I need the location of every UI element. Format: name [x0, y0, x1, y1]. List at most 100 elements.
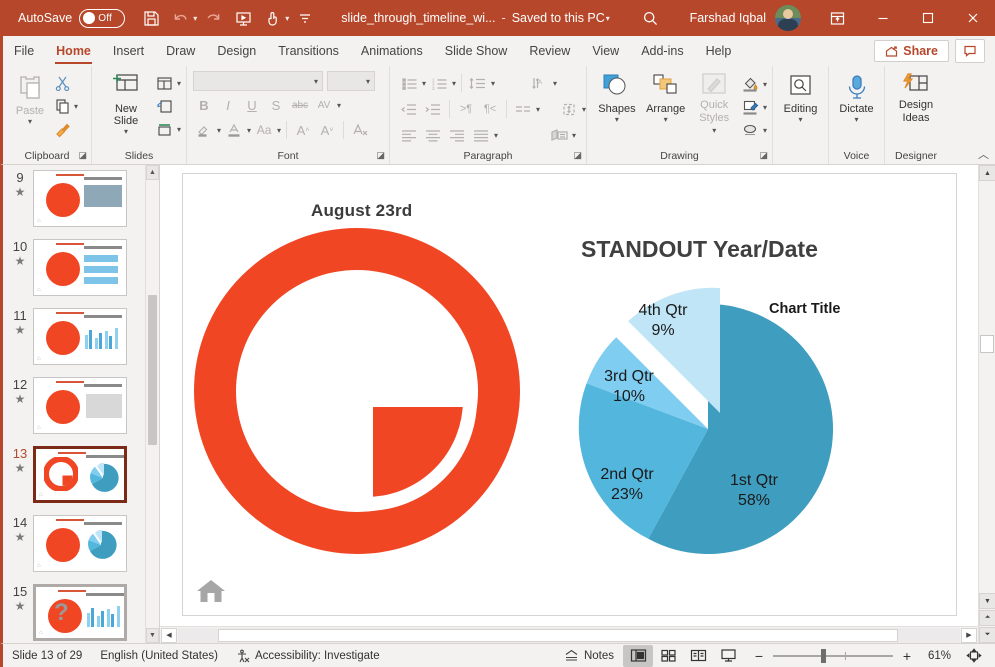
zoom-slider[interactable] [773, 648, 893, 663]
start-presentation-icon[interactable] [229, 4, 257, 32]
italic-button[interactable]: I [217, 94, 239, 116]
change-case-chevron-down-icon[interactable]: ▾ [277, 126, 281, 135]
next-slide-button[interactable]: ⏷ [979, 627, 995, 643]
document-title-area[interactable]: slide_through_timeline_wi... - Saved to … [341, 11, 610, 25]
thumbnail-frame[interactable]: ⌂ [33, 170, 127, 227]
tab-home[interactable]: Home [45, 36, 102, 66]
redo-icon[interactable] [199, 4, 227, 32]
shape-effects-chevron-down-icon[interactable]: ▾ [763, 126, 767, 135]
tab-file[interactable]: File [3, 36, 45, 66]
slide-right-title[interactable]: STANDOUT Year/Date [581, 236, 818, 263]
undo-icon[interactable] [167, 4, 195, 32]
horizontal-scroll-thumb[interactable] [218, 628, 898, 642]
slide-show-view-button[interactable] [713, 645, 743, 667]
zoom-control[interactable]: − + 61% [743, 648, 959, 664]
tab-draw[interactable]: Draw [155, 36, 206, 66]
align-left-icon[interactable] [398, 124, 420, 146]
shape-fill-chevron-down-icon[interactable]: ▾ [763, 80, 767, 89]
zoom-level[interactable]: 61% [921, 650, 951, 662]
text-highlight-chevron-down-icon[interactable]: ▾ [217, 126, 221, 135]
slide-left-title[interactable]: August 23rd [311, 201, 412, 221]
tab-add-ins[interactable]: Add-ins [630, 36, 694, 66]
justify-icon[interactable] [470, 124, 492, 146]
numbering-chevron-down-icon[interactable]: ▾ [452, 79, 456, 88]
shapes-button[interactable]: Shapes ▾ [595, 70, 639, 126]
font-dialog-launcher[interactable]: ◪ [376, 148, 385, 163]
avatar[interactable] [775, 5, 801, 31]
font-name-chevron-down-icon[interactable]: ▾ [314, 77, 318, 86]
columns-chevron-down-icon[interactable]: ▾ [536, 105, 540, 114]
shape-outline-icon[interactable] [740, 96, 762, 118]
text-highlight-color-icon[interactable] [193, 119, 215, 141]
align-right-icon[interactable] [446, 124, 468, 146]
touch-mode-icon[interactable] [259, 4, 287, 32]
section-button[interactable] [154, 118, 176, 140]
thumbnail-frame[interactable]: ? ⌂ [33, 584, 127, 641]
thumbnail-scroll-down-icon[interactable]: ▼ [146, 628, 159, 643]
saved-state-chevron-down-icon[interactable]: ▾ [606, 14, 610, 23]
line-spacing-icon[interactable] [467, 72, 489, 94]
thumbnail-scroll-thumb[interactable] [148, 295, 157, 445]
copy-chevron-down-icon[interactable]: ▾ [74, 102, 78, 111]
normal-view-button[interactable] [623, 644, 653, 667]
thumbnail-scrollbar[interactable]: ▲ ▼ [145, 165, 159, 643]
thumbnail-slide-11[interactable]: 11 ★ ⌂ [3, 308, 145, 377]
shape-effects-icon[interactable] [740, 119, 762, 141]
font-name-input[interactable]: ▾ [193, 71, 323, 91]
zoom-out-button[interactable]: − [751, 648, 767, 664]
arrange-button[interactable]: Arrange ▾ [643, 70, 689, 126]
share-button[interactable]: Share [874, 40, 949, 62]
vertical-scroll-thumb[interactable] [980, 335, 994, 353]
scroll-right-icon[interactable]: ▶ [961, 627, 977, 643]
collapse-ribbon-icon[interactable]: ︿ [978, 146, 989, 162]
accessibility-status[interactable]: Accessibility: Investigate [227, 644, 389, 667]
align-text-chevron-down-icon[interactable]: ▾ [582, 105, 586, 114]
previous-slide-button[interactable]: ⏶ [979, 610, 995, 626]
close-button[interactable] [950, 0, 995, 36]
shape-outline-chevron-down-icon[interactable]: ▾ [763, 103, 767, 112]
cut-button[interactable] [51, 72, 73, 94]
search-icon[interactable] [636, 4, 666, 32]
new-slide-button[interactable]: New Slide ▾ [100, 70, 152, 138]
horizontal-scrollbar[interactable]: ◀ ▶ [160, 626, 978, 643]
horizontal-scroll-track[interactable] [178, 627, 960, 643]
language-indicator[interactable]: English (United States) [91, 644, 227, 667]
thumbnail-slide-10[interactable]: 10 ★ ⌂ [3, 239, 145, 308]
paste-button[interactable]: Paste ▾ [11, 70, 49, 128]
scroll-up-icon[interactable]: ▲ [979, 165, 995, 181]
character-spacing-button[interactable]: AV [313, 94, 335, 116]
comments-button[interactable] [955, 39, 985, 63]
layout-chevron-down-icon[interactable]: ▾ [177, 79, 181, 88]
clipboard-dialog-launcher[interactable]: ◪ [78, 148, 87, 163]
tab-design[interactable]: Design [206, 36, 267, 66]
thumbnail-frame[interactable]: ⌂ [33, 239, 127, 296]
font-size-input[interactable]: ▾ [327, 71, 375, 91]
tab-transitions[interactable]: Transitions [267, 36, 350, 66]
thumbnail-slide-14[interactable]: 14 ★ ⌂ [3, 515, 145, 584]
dictate-chevron-down-icon[interactable]: ▾ [854, 115, 858, 124]
scroll-down-icon[interactable]: ▼ [979, 593, 995, 609]
align-text-icon[interactable] [558, 98, 580, 120]
thumbnail-slide-12[interactable]: 12 ★ ⌂ [3, 377, 145, 446]
minimize-button[interactable] [860, 0, 905, 36]
thumbnail-slide-13[interactable]: 13 ★ ⌂ [3, 446, 145, 515]
customize-qat-icon[interactable] [291, 4, 319, 32]
strikethrough-button[interactable]: abc [289, 94, 311, 116]
columns-icon[interactable] [512, 98, 534, 120]
thumbnail-slide-9[interactable]: 9 ★ ⌂ [3, 170, 145, 239]
design-ideas-button[interactable]: Design Ideas [895, 71, 937, 126]
tab-view[interactable]: View [581, 36, 630, 66]
copy-button[interactable] [51, 95, 73, 117]
underline-button[interactable]: U [241, 94, 263, 116]
thumbnail-frame[interactable]: ⌂ [33, 377, 127, 434]
numbering-icon[interactable]: 1 2 3 [428, 72, 450, 94]
thumbnail-slide-15[interactable]: 15 ★ ? ⌂ [3, 584, 145, 643]
tab-insert[interactable]: Insert [102, 36, 155, 66]
change-case-button[interactable]: Aa [253, 119, 275, 141]
layout-button[interactable] [154, 72, 176, 94]
fit-to-window-button[interactable] [959, 645, 989, 667]
pie-chart-graphic-icon[interactable] [193, 227, 521, 555]
shapes-chevron-down-icon[interactable]: ▾ [615, 115, 619, 124]
quarterly-pie-chart[interactable]: 1st Qtr 58% 2nd Qtr 23% 3rd Qtr 10% 4th … [558, 279, 858, 579]
dictate-button[interactable]: Dictate ▾ [835, 72, 877, 126]
